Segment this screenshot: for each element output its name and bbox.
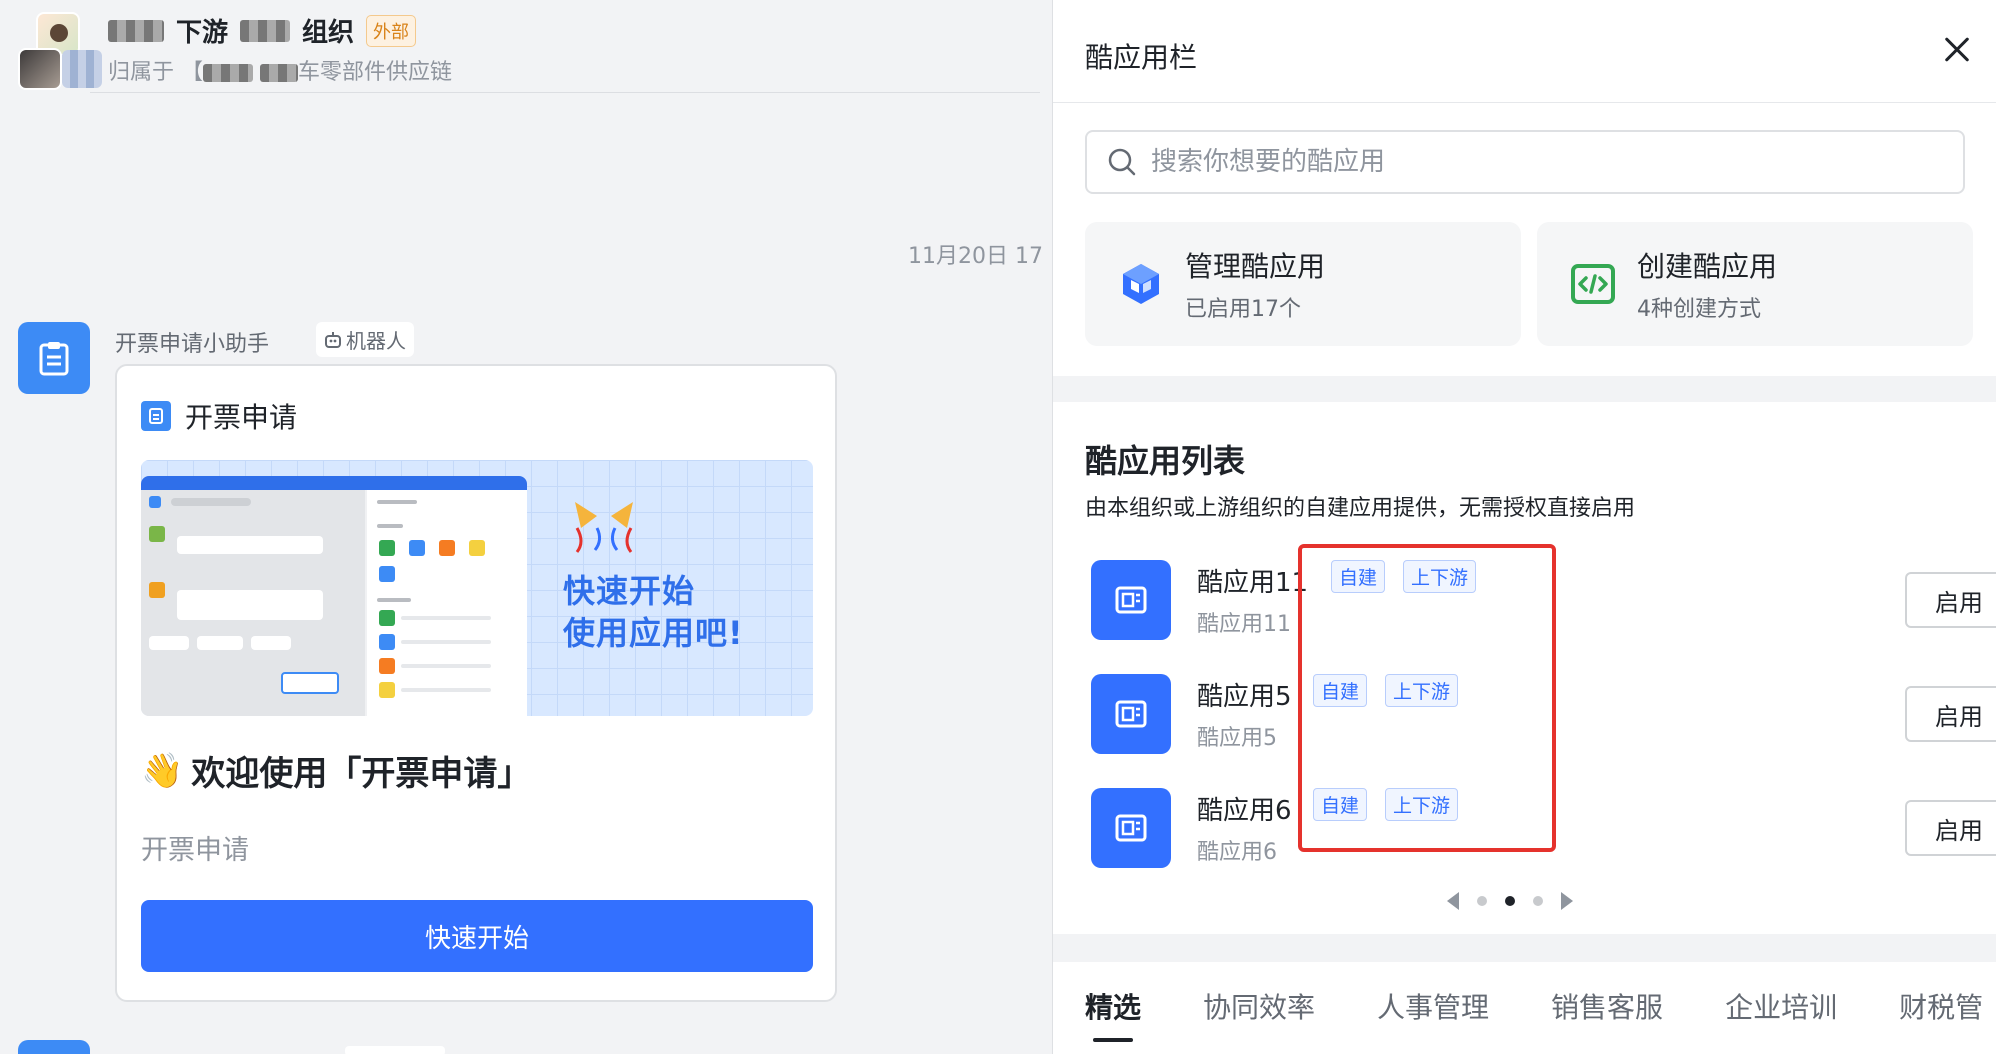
message-card: 开票申请 快速开始 使用应用吧! 👋 欢迎使用「开票申请」 开票申请 快速开始 — [115, 364, 837, 1002]
banner-illustration — [141, 476, 527, 716]
card-description: 开票申请 — [141, 835, 249, 866]
enable-button[interactable]: 启用 — [1905, 572, 1996, 628]
enable-button[interactable]: 启用 — [1905, 800, 1996, 856]
next-page-icon[interactable] — [1561, 892, 1573, 910]
cube-icon — [1115, 258, 1167, 310]
create-app-subtitle: 4种创建方式 — [1637, 297, 1761, 322]
tag-self-built: 自建 — [1313, 674, 1368, 707]
tab-featured[interactable]: 精选 — [1085, 986, 1141, 1048]
party-popper-icon — [575, 502, 633, 553]
bot-name[interactable]: 开票申请小助手 — [115, 326, 269, 358]
banner-line: 使用应用吧! — [563, 614, 744, 652]
search-input[interactable] — [1151, 147, 1931, 177]
carousel-pager — [1447, 892, 1573, 910]
app-name: 酷应用11 — [1197, 568, 1309, 598]
app-tags: 自建 上下游 — [1313, 674, 1459, 707]
chat-header: 下游 组织 外部 归属于 【 车零部件供应链 — [0, 0, 1052, 96]
section-separator — [1053, 934, 1996, 962]
message-timestamp: 11月20日 17 — [908, 244, 1043, 269]
tag-up-downstream: 上下游 — [1385, 674, 1459, 707]
member-avatar — [62, 50, 102, 88]
tag-self-built: 自建 — [1313, 788, 1368, 821]
app-list-item[interactable]: 酷应用11 自建 上下游 酷应用11 启用 — [1091, 560, 1996, 644]
code-icon — [1567, 258, 1619, 310]
app-list-item[interactable]: 酷应用5 自建 上下游 酷应用5 启用 — [1091, 674, 1996, 758]
chat-area: 下游 组织 外部 归属于 【 车零部件供应链 11月20日 17 开票申请小助手 … — [0, 0, 1052, 1054]
bot-badge-label: 机器人 — [346, 329, 406, 353]
tab-sales[interactable]: 销售客服 — [1551, 986, 1663, 1048]
card-title: 开票申请 — [185, 401, 298, 434]
app-icon — [1091, 560, 1171, 640]
chat-title[interactable]: 下游 组织 外部 — [108, 12, 417, 49]
manage-apps-title: 管理酷应用 — [1185, 250, 1326, 283]
welcome-text: 欢迎使用「开票申请」 — [191, 754, 532, 794]
app-list-title: 酷应用列表 — [1085, 442, 1246, 480]
app-list-description: 由本组织或上游组织的自建应用提供，无需授权直接启用 — [1085, 496, 1636, 521]
app-name: 酷应用6 — [1197, 796, 1292, 826]
external-badge: 外部 — [366, 14, 417, 47]
tab-collaboration[interactable]: 协同效率 — [1203, 986, 1315, 1048]
divider — [1053, 102, 1996, 103]
app-subtitle: 酷应用5 — [1197, 726, 1277, 751]
redacted-text — [240, 19, 291, 42]
clipboard-icon — [39, 342, 69, 376]
search-box[interactable] — [1085, 130, 1965, 194]
waving-hand-icon: 👋 — [141, 750, 184, 791]
app-icon — [1091, 788, 1171, 868]
member-avatar — [18, 48, 62, 90]
next-message-card — [345, 1046, 445, 1054]
app-subtitle: 酷应用11 — [1197, 612, 1291, 637]
prev-page-icon[interactable] — [1447, 892, 1459, 910]
redacted-text — [260, 64, 298, 82]
mock-more-button — [281, 672, 339, 694]
welcome-heading: 👋 欢迎使用「开票申请」 — [141, 746, 531, 795]
tag-up-downstream: 上下游 — [1385, 788, 1459, 821]
tag-self-built: 自建 — [1331, 560, 1386, 593]
create-app-card[interactable]: 创建酷应用 4种创建方式 — [1537, 222, 1973, 346]
tag-up-downstream: 上下游 — [1403, 560, 1477, 593]
chat-title-text: 组织 — [302, 18, 355, 48]
section-separator — [1053, 376, 1996, 402]
category-tabs: 精选 协同效率 人事管理 销售客服 企业培训 财税管 — [1085, 986, 1983, 1048]
quick-start-button[interactable]: 快速开始 — [141, 900, 813, 972]
panel-title: 酷应用栏 — [1085, 41, 1198, 74]
page-dot[interactable] — [1533, 896, 1543, 906]
cool-app-panel: 酷应用栏 管理酷应用 已启用17个 — [1052, 0, 1996, 1054]
redacted-text — [108, 19, 164, 42]
bot-avatar[interactable] — [18, 322, 90, 394]
create-app-title: 创建酷应用 — [1637, 250, 1778, 283]
divider — [90, 92, 1040, 93]
app-tags: 自建 上下游 — [1331, 560, 1477, 593]
manage-apps-subtitle: 已启用17个 — [1185, 297, 1301, 322]
app-name: 酷应用5 — [1197, 682, 1292, 712]
banner-line: 快速开始 — [563, 572, 696, 610]
tab-hr[interactable]: 人事管理 — [1377, 986, 1489, 1048]
clipboard-icon — [141, 401, 171, 431]
chat-title-text: 下游 — [176, 18, 229, 48]
subtitle-prefix: 归属于 【 — [108, 60, 203, 85]
tab-finance[interactable]: 财税管 — [1899, 986, 1983, 1048]
robot-icon — [325, 331, 341, 348]
close-icon[interactable] — [1939, 32, 1975, 68]
group-avatar[interactable] — [14, 8, 102, 90]
app-tags: 自建 上下游 — [1313, 788, 1459, 821]
card-banner-image: 快速开始 使用应用吧! — [141, 460, 813, 716]
page-dot[interactable] — [1477, 896, 1487, 906]
chat-subtitle[interactable]: 归属于 【 车零部件供应链 — [108, 54, 452, 86]
card-header: 开票申请 — [141, 396, 297, 436]
next-message-avatar — [18, 1040, 90, 1054]
app-list-item[interactable]: 酷应用6 自建 上下游 酷应用6 启用 — [1091, 788, 1996, 872]
bot-badge: 机器人 — [316, 322, 414, 357]
app-icon — [1091, 674, 1171, 754]
manage-apps-card[interactable]: 管理酷应用 已启用17个 — [1085, 222, 1521, 346]
subtitle-suffix: 车零部件供应链 — [298, 60, 453, 85]
app-subtitle: 酷应用6 — [1197, 840, 1277, 865]
enable-button[interactable]: 启用 — [1905, 686, 1996, 742]
redacted-text — [203, 64, 253, 82]
tab-training[interactable]: 企业培训 — [1725, 986, 1837, 1048]
banner-slogan: 快速开始 使用应用吧! — [563, 570, 744, 654]
page-dot-active[interactable] — [1505, 896, 1515, 906]
search-icon — [1108, 148, 1136, 176]
